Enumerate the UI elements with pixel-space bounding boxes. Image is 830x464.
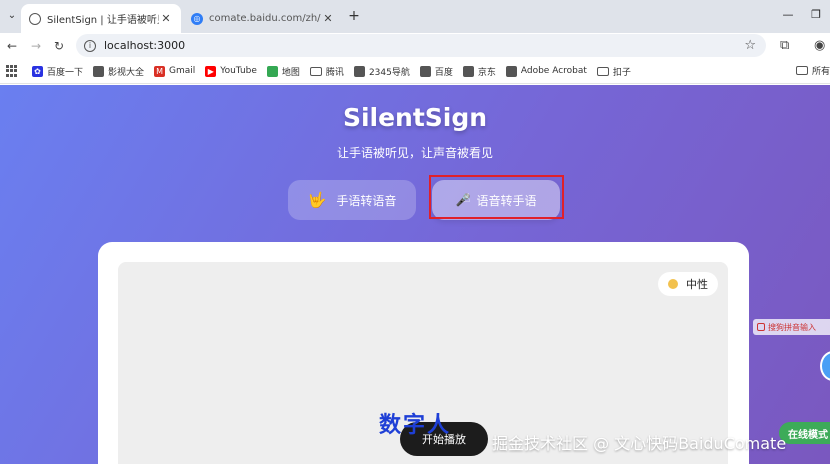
profile-icon[interactable]: ◉: [814, 38, 825, 53]
bookmarks-bar: ✿ 百度一下 影视大全 M Gmail ▶ YouTube 地图 腾讯 2345导航 …: [0, 59, 830, 84]
bookmark-baidu-yixia[interactable]: ✿ 百度一下: [32, 65, 83, 78]
tab-title: comate.baidu.com/zh/activit: [209, 13, 321, 24]
bookmark-kouzi[interactable]: 扣子: [596, 65, 631, 78]
app-title: SilentSign: [342, 103, 488, 132]
reload-icon[interactable]: ↻: [51, 38, 67, 54]
bookmark-2345[interactable]: 2345导航: [353, 65, 410, 78]
bookmark-jd[interactable]: 京东: [462, 65, 496, 78]
mode-label: 手语转语音: [336, 193, 397, 208]
folder-icon: [596, 66, 609, 76]
sign-hand-icon: 🤟: [307, 191, 327, 209]
app-subtitle: 让手语被听见，让声音被看见: [336, 146, 493, 160]
bookmark-star-icon[interactable]: ☆: [744, 38, 756, 53]
floating-assistant-icon[interactable]: [820, 351, 830, 381]
close-icon[interactable]: ✕: [159, 12, 173, 25]
bookmark-baidu[interactable]: 百度: [419, 65, 453, 78]
baidu-paw-icon: ✿: [32, 65, 43, 77]
tab-strip: ⌄ SilentSign | 让手语被听见, 让 ✕ ◎ comate.baid…: [0, 0, 830, 33]
tab-title: SilentSign | 让手语被听见, 让: [47, 15, 159, 26]
bookmark-adobe[interactable]: Adobe Acrobat: [505, 65, 587, 77]
folder-icon: [309, 66, 322, 76]
url-text: localhost:3000: [104, 39, 186, 52]
mode-sign-to-speech-button[interactable]: 🤟 手语转语音: [288, 180, 416, 220]
globe-icon: [93, 65, 105, 77]
sogou-icon: [757, 323, 765, 331]
extensions-icon[interactable]: ⧉: [780, 38, 789, 53]
close-icon[interactable]: ✕: [321, 12, 335, 25]
restore-icon[interactable]: ❐: [802, 0, 830, 30]
emotion-label: 中性: [686, 278, 708, 291]
forward-icon[interactable]: →: [28, 38, 44, 54]
all-bookmarks[interactable]: 所有: [795, 64, 830, 77]
address-bar[interactable]: i localhost:3000 ☆: [76, 34, 766, 57]
bookmark-youtube[interactable]: ▶ YouTube: [205, 65, 257, 77]
online-mode-badge[interactable]: 在线模式: [779, 422, 830, 444]
new-tab-button[interactable]: +: [346, 8, 362, 24]
overlay-text: 数字人: [379, 413, 452, 438]
neutral-face-icon: [668, 279, 678, 289]
map-icon: [266, 65, 278, 77]
tab-silentsign[interactable]: SilentSign | 让手语被听见, 让 ✕: [21, 4, 181, 33]
bookmark-yingshi[interactable]: 影视大全: [93, 65, 144, 78]
globe-icon: [462, 65, 474, 77]
tab-comate[interactable]: ◎ comate.baidu.com/zh/activit ✕: [183, 4, 343, 33]
globe-icon: [505, 65, 517, 77]
bookmark-map[interactable]: 地图: [266, 65, 300, 78]
globe-icon: [419, 65, 431, 77]
globe-icon: [29, 12, 41, 25]
comate-icon: ◎: [191, 12, 203, 25]
apps-grid-icon[interactable]: [6, 65, 18, 77]
window-controls: — ❐: [774, 0, 830, 30]
site-info-icon[interactable]: i: [84, 39, 96, 52]
gmail-icon: M: [154, 65, 166, 77]
app-page: SilentSign 让手语被听见，让声音被看见 🤟 手语转语音 🎤 语音转手语…: [0, 85, 830, 464]
folder-icon: [795, 66, 808, 75]
youtube-icon: ▶: [205, 65, 217, 77]
emotion-badge: 中性: [658, 272, 718, 296]
ime-label: 搜狗拼音输入: [768, 322, 816, 332]
mode-speech-to-sign-button[interactable]: 🎤 语音转手语: [432, 180, 560, 220]
mode-label: 语音转手语: [476, 193, 537, 208]
bookmark-tencent[interactable]: 腾讯: [309, 65, 344, 78]
hand-cursor-icon: ☝: [463, 191, 471, 205]
tab-search-chevron-icon[interactable]: ⌄: [4, 8, 20, 24]
ime-toolbar[interactable]: 搜狗拼音输入: [753, 319, 830, 335]
browser-toolbar: ← → ↻ i localhost:3000 ☆: [0, 33, 830, 59]
bookmark-gmail[interactable]: M Gmail: [154, 65, 195, 77]
globe-icon: [353, 65, 365, 77]
minimize-icon[interactable]: —: [774, 0, 802, 30]
back-icon[interactable]: ←: [4, 38, 20, 54]
watermark: 掘金技术社区 @ 文心快码BaiduComate: [492, 434, 787, 453]
